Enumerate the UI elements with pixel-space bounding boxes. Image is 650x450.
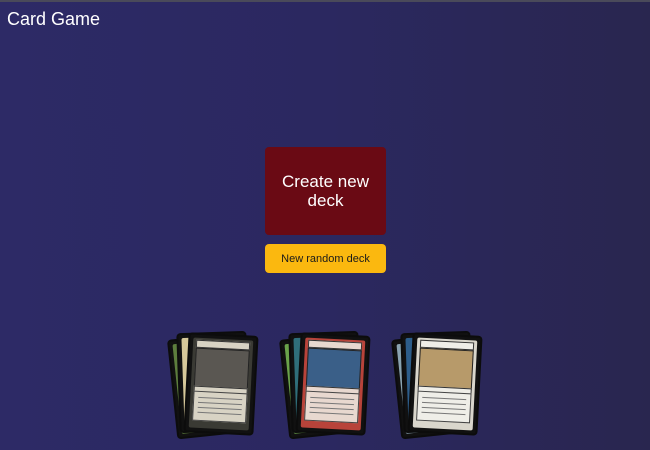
app-title: Card Game	[7, 9, 101, 29]
card-text-line	[309, 401, 354, 406]
card-text-line	[309, 411, 354, 416]
card-text-line	[422, 396, 467, 401]
card-front	[407, 332, 483, 436]
deck-white[interactable]	[390, 330, 483, 445]
card-art	[417, 347, 474, 391]
card-text-box	[416, 390, 472, 424]
card-text-line	[310, 396, 355, 401]
card-text-line	[197, 411, 242, 416]
card-text-line	[421, 406, 466, 411]
deck-red[interactable]	[278, 330, 371, 445]
create-new-deck-button[interactable]: Create new deck	[265, 147, 386, 235]
window-top-border	[0, 0, 650, 2]
card-art	[193, 347, 250, 391]
card-text-line	[197, 401, 242, 406]
card-text-line	[197, 406, 242, 411]
card-text-line	[309, 406, 354, 411]
card-art	[305, 347, 362, 391]
card-text-line	[421, 401, 466, 406]
card-text-box	[304, 390, 360, 424]
deck-black[interactable]	[166, 330, 259, 445]
card-text-box	[192, 390, 248, 424]
card-front	[183, 332, 259, 436]
card-text-line	[421, 411, 466, 416]
card-text-line	[198, 396, 243, 401]
card-front	[295, 332, 371, 436]
new-random-deck-button[interactable]: New random deck	[265, 244, 386, 273]
